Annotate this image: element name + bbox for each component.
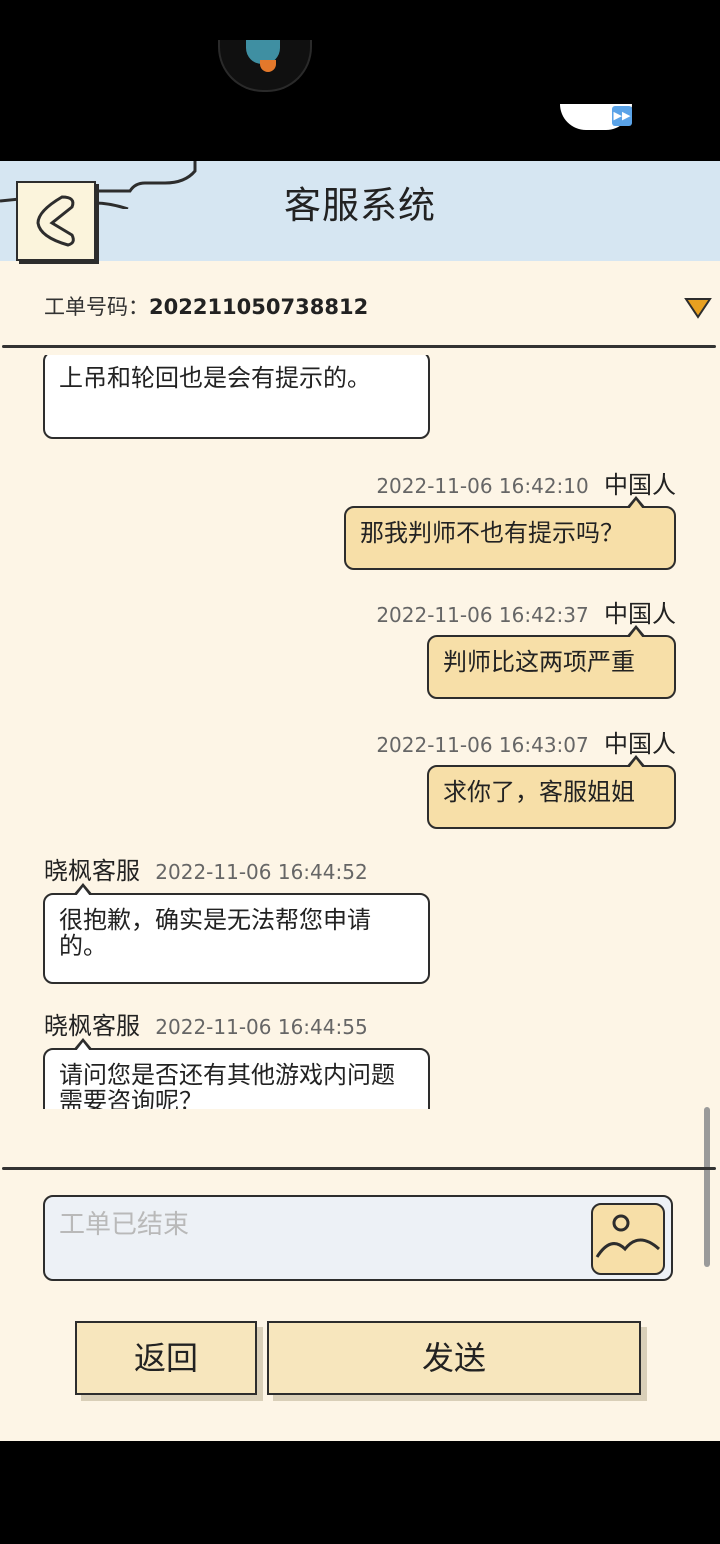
customer-service-panel: 客服系统 工单号码：202211050738812 上吊和轮回也是会有提示的。 … [0, 161, 720, 1441]
message-meta: 2022-11-06 16:43:07 中国人 [376, 724, 676, 759]
page-title: 客服系统 [284, 184, 436, 227]
ticket-number: 202211050738812 [149, 295, 369, 319]
sender-name: 中国人 [604, 600, 676, 628]
back-button[interactable]: 返回 [75, 1321, 257, 1395]
message-meta: 2022-11-06 16:42:37 中国人 [376, 594, 676, 629]
message-time: 2022-11-06 16:44:52 [155, 860, 368, 884]
game-avatar-icon [218, 40, 312, 92]
image-upload-button[interactable] [591, 1203, 665, 1275]
message-text: 请问您是否还有其他游戏内问题需要咨询呢？ [59, 1061, 395, 1109]
message-time: 2022-11-06 16:43:07 [376, 733, 589, 757]
sender-name: 晓枫客服 [44, 1012, 140, 1040]
message-input[interactable] [57, 1207, 561, 1243]
message-text: 判师比这两项严重 [443, 648, 635, 676]
sender-name: 晓枫客服 [44, 857, 140, 885]
fast-forward-badge[interactable]: ▶▶ [560, 104, 632, 130]
message-bubble: 很抱歉，确实是无法帮您申请的。 [43, 883, 430, 984]
header: 客服系统 [0, 161, 720, 261]
dropdown-triangle-icon[interactable] [684, 296, 712, 320]
message-bubble: 求你了，客服姐姐 [427, 755, 676, 829]
message-bubble: 判师比这两项严重 [427, 625, 676, 699]
message-bubble: 那我判师不也有提示吗？ [344, 496, 676, 570]
top-divider [2, 345, 716, 348]
message-bubble: 上吊和轮回也是会有提示的。 [43, 355, 430, 439]
sender-name: 中国人 [604, 471, 676, 499]
ticket-number-row: 工单号码：202211050738812 [44, 291, 368, 321]
message-input-box[interactable] [43, 1195, 673, 1281]
message-text: 上吊和轮回也是会有提示的。 [59, 364, 371, 392]
message-meta: 晓枫客服 2022-11-06 16:44:52 [44, 851, 368, 886]
message-time: 2022-11-06 16:42:10 [376, 474, 589, 498]
top-bar: ▶▶ [0, 0, 720, 161]
message-text: 那我判师不也有提示吗？ [360, 519, 624, 547]
message-text: 很抱歉，确实是无法帮您申请的。 [59, 906, 371, 960]
message-bubble: 请问您是否还有其他游戏内问题需要咨询呢？ [43, 1038, 430, 1109]
message-time: 2022-11-06 16:42:37 [376, 603, 589, 627]
message-meta: 晓枫客服 2022-11-06 16:44:55 [44, 1006, 368, 1041]
bottom-bar [0, 1441, 720, 1544]
sender-name: 中国人 [604, 730, 676, 758]
message-time: 2022-11-06 16:44:55 [155, 1015, 368, 1039]
fast-forward-icon[interactable]: ▶▶ [612, 106, 632, 126]
send-button[interactable]: 发送 [267, 1321, 641, 1395]
chat-area[interactable]: 上吊和轮回也是会有提示的。 2022-11-06 16:42:10 中国人 那我… [0, 355, 720, 1109]
message-text: 求你了，客服姐姐 [443, 778, 635, 806]
ticket-label: 工单号码： [44, 295, 149, 319]
bottom-divider [2, 1167, 716, 1170]
message-meta: 2022-11-06 16:42:10 中国人 [376, 465, 676, 500]
chat-scrollbar[interactable] [704, 1107, 710, 1267]
image-icon[interactable] [593, 1205, 663, 1273]
